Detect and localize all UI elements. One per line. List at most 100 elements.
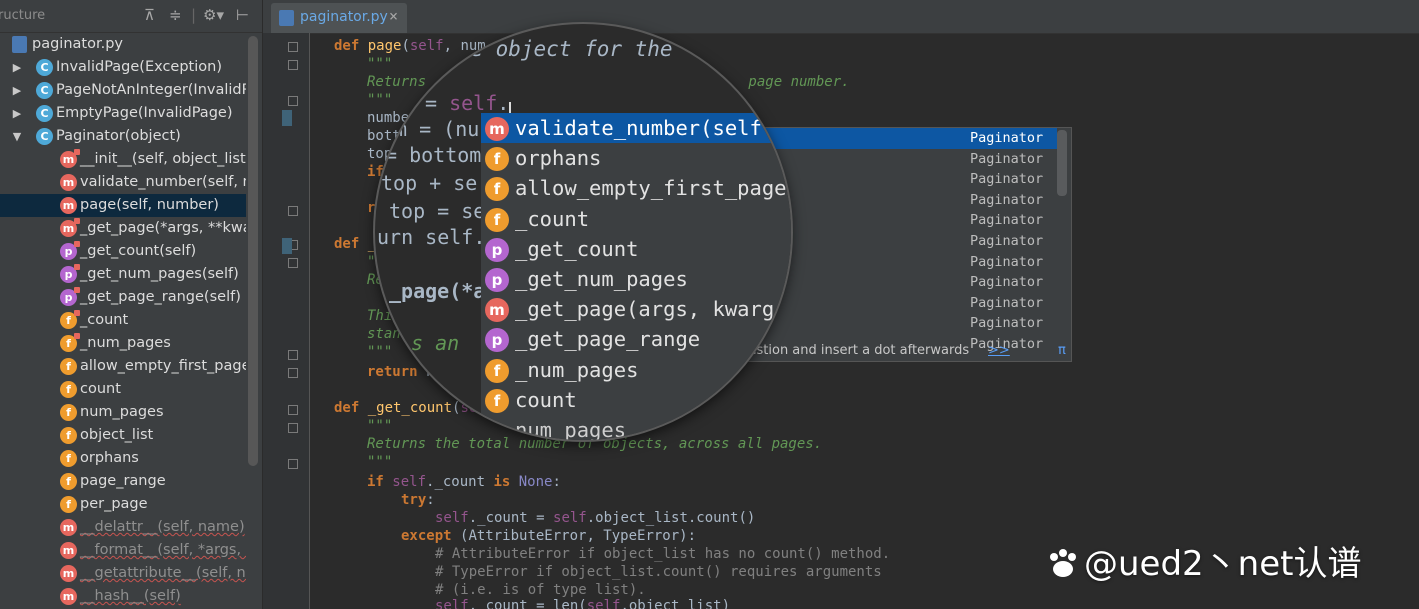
python-file-icon xyxy=(12,36,27,53)
magnified-code-line: top + se xyxy=(381,171,478,195)
tree-item[interactable]: m _get_page(*args, **kwa xyxy=(0,217,246,240)
magnified-completion-item[interactable]: p _get_count xyxy=(481,234,791,264)
method-icon: m xyxy=(60,218,80,237)
code-token: : xyxy=(552,474,561,490)
close-icon[interactable]: × xyxy=(389,7,398,25)
completion-item-name: orphans xyxy=(515,146,602,171)
magnified-completion-item[interactable]: f allow_empty_first_page xyxy=(481,173,791,203)
tree-item[interactable]: ▶ C EmptyPage(InvalidPage) xyxy=(0,102,246,125)
pi-icon[interactable]: π xyxy=(1058,340,1066,361)
expand-all-icon[interactable]: ⊼ xyxy=(144,6,155,24)
collapsed-arrow-icon[interactable]: ▶ xyxy=(10,79,24,102)
completion-hint-link[interactable]: >> xyxy=(988,340,1010,361)
field-icon: f xyxy=(60,310,80,329)
structure-scrollbar[interactable] xyxy=(248,36,258,466)
tree-item[interactable]: f count xyxy=(0,378,246,401)
completion-item-type: Paginator xyxy=(970,294,1044,311)
magnified-completion-item[interactable]: f _num_pages xyxy=(481,355,791,385)
tree-item[interactable]: ▶ C PageNotAnInteger(InvalidPa xyxy=(0,79,246,102)
collapse-all-icon[interactable]: ≑ xyxy=(169,6,182,24)
magnified-code-line: = bottom xyxy=(385,143,482,167)
tree-item-label: InvalidPage(Exception) xyxy=(56,59,222,75)
tree-item[interactable]: f _num_pages xyxy=(0,332,246,355)
fold-marker-icon[interactable] xyxy=(288,423,298,433)
completion-item-name: allow_empty_first_page xyxy=(515,176,787,201)
fold-marker-icon[interactable] xyxy=(288,368,298,378)
tree-item[interactable]: f num_pages xyxy=(0,401,246,424)
code-token: page xyxy=(367,38,402,54)
hide-panel-icon[interactable]: ⊢ xyxy=(236,6,249,24)
tree-item[interactable]: m page(self, number) xyxy=(0,194,246,217)
completion-item-name: validate_number(self xyxy=(515,116,762,140)
tree-item[interactable]: p _get_count(self) xyxy=(0,240,246,263)
fold-marker-icon[interactable] xyxy=(288,96,298,106)
magnified-completion-item[interactable]: f count xyxy=(481,385,791,415)
change-marker xyxy=(282,238,292,254)
tree-item-label: count xyxy=(80,381,121,397)
tree-item[interactable]: f _count xyxy=(0,309,246,332)
magnified-completion-item[interactable]: m validate_number(self xyxy=(481,113,791,144)
magnified-completion-item[interactable]: f _count xyxy=(481,204,791,234)
fold-marker-icon[interactable] xyxy=(288,405,298,415)
code-line: self._count = self.object_list.count() xyxy=(435,509,755,527)
fold-marker-icon[interactable] xyxy=(288,258,298,268)
code-token: self xyxy=(409,38,444,54)
code-token: : xyxy=(426,492,435,508)
tree-item[interactable]: p _get_num_pages(self) xyxy=(0,263,246,286)
fold-marker-icon[interactable] xyxy=(288,206,298,216)
tree-item[interactable]: m __format__(self, *args, * xyxy=(0,539,246,562)
property-icon: p xyxy=(485,328,509,353)
fold-marker-icon[interactable] xyxy=(288,350,298,360)
code-line: if self._count is None: xyxy=(367,473,561,491)
magnified-completion-item[interactable]: p _get_page_range xyxy=(481,324,791,354)
property-icon: p xyxy=(60,287,80,306)
tree-item-label: num_pages xyxy=(80,404,164,420)
code-token: stan xyxy=(367,326,401,342)
tree-item[interactable]: f object_list xyxy=(0,424,246,447)
magnified-completion-item[interactable]: num_pages xyxy=(481,415,791,440)
tab-paginator-py[interactable]: paginator.py × xyxy=(271,3,407,33)
fold-marker-icon[interactable] xyxy=(288,42,298,52)
fold-marker-icon[interactable] xyxy=(288,459,298,469)
code-token: def xyxy=(334,236,368,252)
tree-item[interactable]: m __delattr__(self, name) xyxy=(0,516,246,539)
fold-marker-icon[interactable] xyxy=(288,60,298,70)
code-token: ._count = xyxy=(468,510,554,526)
field-icon: f xyxy=(60,404,77,421)
watermark: @ued2丶net认谱 xyxy=(1046,536,1361,585)
tree-item[interactable]: ▼ C Paginator(object) xyxy=(0,125,246,148)
tree-item[interactable]: m __getattribute__(self, na xyxy=(0,562,246,585)
tree-item[interactable]: p _get_page_range(self) xyxy=(0,286,246,309)
magnified-completion-list: m validate_number(self f orphans f allow_empt… xyxy=(481,113,791,440)
collapsed-arrow-icon[interactable]: ▶ xyxy=(10,56,24,79)
field-icon: f xyxy=(485,388,509,413)
magnified-code-line: s an xyxy=(411,331,460,355)
gear-icon[interactable]: ⚙▾ xyxy=(203,6,224,24)
tree-item[interactable]: f orphans xyxy=(0,447,246,470)
expanded-arrow-icon[interactable]: ▼ xyxy=(10,125,24,148)
tree-item[interactable]: paginator.py xyxy=(0,33,246,56)
collapsed-arrow-icon[interactable]: ▶ xyxy=(10,102,24,125)
tree-item[interactable]: ▶ C InvalidPage(Exception) xyxy=(0,56,246,79)
tree-item[interactable]: m __hash__(self) xyxy=(0,585,246,608)
completion-scrollbar[interactable] xyxy=(1057,130,1067,196)
magnified-completion-item[interactable]: f orphans xyxy=(481,143,791,173)
completion-item-type: Paginator xyxy=(970,274,1044,291)
field-icon: f xyxy=(485,177,509,202)
tree-item[interactable]: m validate_number(self, nu xyxy=(0,171,246,194)
tree-item[interactable]: f page_range xyxy=(0,470,246,493)
tree-item[interactable]: f per_page xyxy=(0,493,246,516)
magnified-completion-item[interactable]: p _get_num_pages xyxy=(481,264,791,294)
completion-item-name: _get_page_range xyxy=(515,327,701,352)
code-token: self xyxy=(586,598,621,609)
code-token: self xyxy=(553,510,587,526)
code-token: return xyxy=(367,364,427,380)
editor-tabbar: paginator.py × xyxy=(263,0,1419,34)
completion-item-name: count xyxy=(515,387,577,412)
tree-item-label: page_range xyxy=(80,473,166,489)
code-token: # AttributeError if object_list has no c… xyxy=(435,546,891,562)
tree-item[interactable]: f allow_empty_first_page xyxy=(0,355,246,378)
tree-item[interactable]: m __init__(self, object_list, xyxy=(0,148,246,171)
magnified-completion-item[interactable]: m _get_page(args, kwarg xyxy=(481,294,791,324)
tree-item-label: __delattr__(self, name) xyxy=(80,519,245,535)
